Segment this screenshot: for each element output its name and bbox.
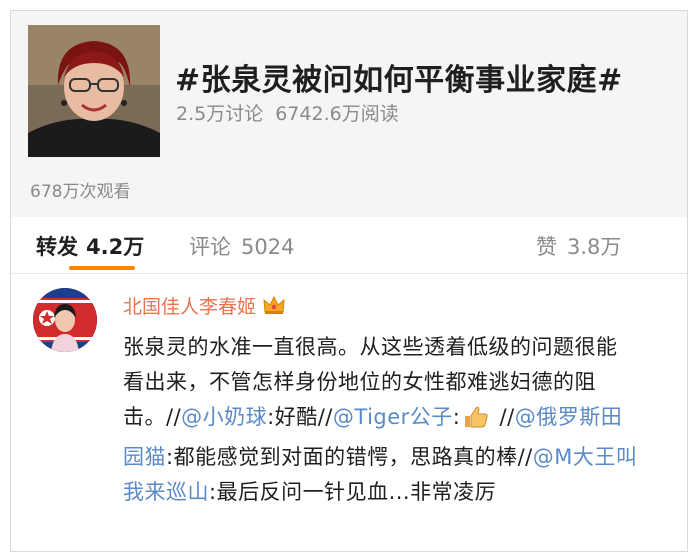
repost-text-part: // <box>492 405 515 429</box>
tab-like[interactable]: 赞 3.8万 <box>536 231 621 261</box>
topic-header: #张泉灵被问如何平衡事业家庭# 2.5万讨论 6742.6万阅读 678万次观看 <box>11 11 687 217</box>
repost-text: 张泉灵的水准一直很高。从这些透着低级的问题很能看出来，不管怎样身份地位的女性都难… <box>123 330 638 510</box>
topic-avatar[interactable] <box>28 25 160 157</box>
tab-comment-count: 5024 <box>241 235 295 259</box>
mention-link[interactable]: @Tiger公子 <box>333 405 453 429</box>
user-name[interactable]: 北国佳人李春姬 <box>123 292 286 321</box>
repost-text-part: :好酷// <box>267 405 333 429</box>
active-tab-indicator <box>69 266 135 270</box>
topic-stats: 2.5万讨论 6742.6万阅读 <box>176 99 411 126</box>
repost-text-part: : <box>452 405 461 429</box>
tab-repost-label: 转发 <box>36 235 78 259</box>
tab-like-count: 3.8万 <box>567 235 622 259</box>
tab-repost-count: 4.2万 <box>86 235 145 259</box>
user-name-text: 北国佳人李春姬 <box>123 296 257 318</box>
crown-badge-icon <box>262 294 286 321</box>
interaction-tabs: 转发 4.2万 评论 5024 赞 3.8万 <box>11 217 687 274</box>
weibo-topic-screenshot: #张泉灵被问如何平衡事业家庭# 2.5万讨论 6742.6万阅读 678万次观看 … <box>10 10 688 552</box>
topic-title: #张泉灵被问如何平衡事业家庭# <box>175 63 623 98</box>
user-avatar[interactable] <box>33 288 97 352</box>
repost-text-part: :最后反问一针见血...非常凌厉 <box>209 480 497 504</box>
thumbs-up-emoji-icon <box>463 405 489 440</box>
mention-link[interactable]: @小奶球 <box>181 405 267 429</box>
tab-comment-label: 评论 <box>189 235 231 259</box>
read-count: 6742.6万阅读 <box>275 103 399 125</box>
tab-like-label: 赞 <box>536 235 557 259</box>
view-count: 678万次观看 <box>30 182 131 202</box>
repost-item: 北国佳人李春姬 张泉灵的水准一直很高。从这些透着低级的问题很能看出来，不管怎样身… <box>11 274 687 551</box>
tab-comment[interactable]: 评论 5024 <box>189 231 294 261</box>
discussion-count: 2.5万讨论 <box>176 103 264 125</box>
tab-repost[interactable]: 转发 4.2万 <box>36 231 144 261</box>
repost-text-part: :都能感觉到对面的错愕，思路真的棒// <box>166 445 533 469</box>
